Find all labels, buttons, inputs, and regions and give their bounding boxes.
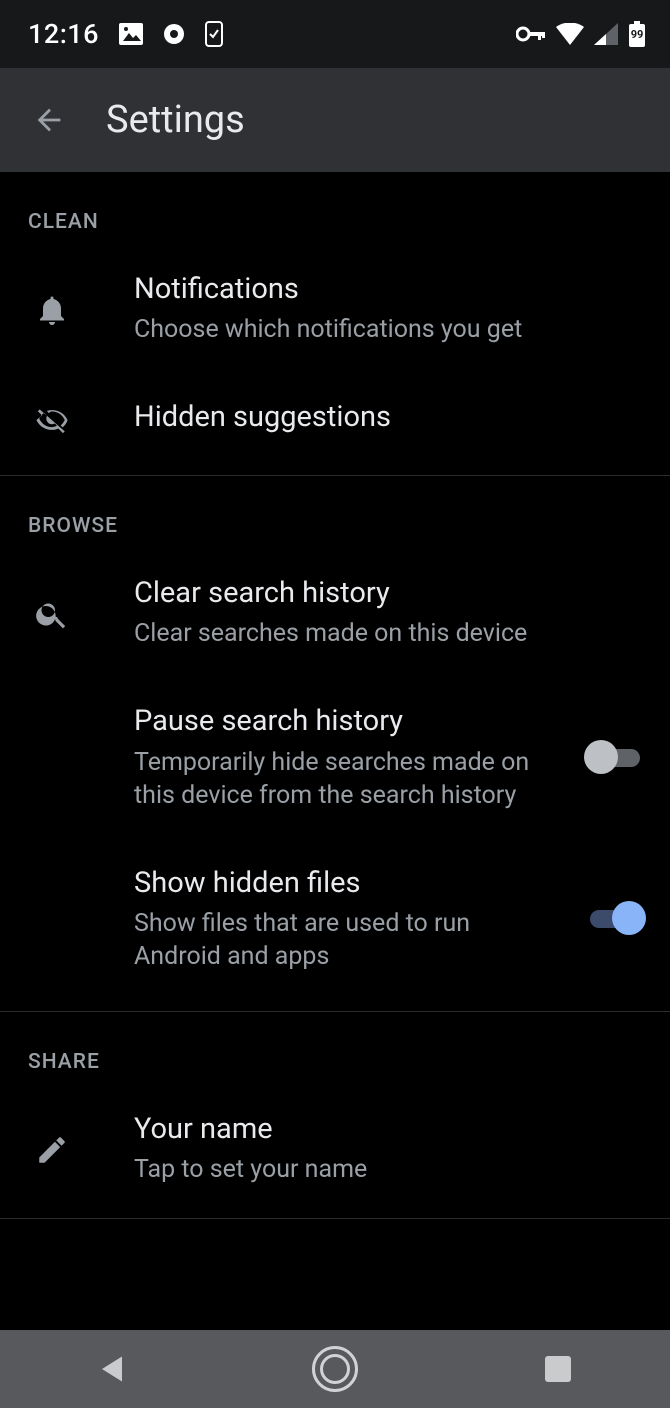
page-title: Settings [106,98,245,142]
item-title: Show hidden files [134,864,568,903]
settings-item-pause-search[interactable]: Pause search history Temporarily hide se… [0,676,670,837]
pause-search-switch[interactable] [584,739,646,775]
status-clock: 12:16 [28,18,99,50]
back-arrow-icon[interactable] [32,103,66,137]
settings-item-your-name[interactable]: Your name Tap to set your name [0,1084,670,1212]
show-hidden-files-switch[interactable] [584,900,646,936]
battery-icon: 99 [628,21,646,47]
item-title: Notifications [134,270,646,309]
item-title: Your name [134,1110,646,1149]
battery-level: 99 [628,28,646,41]
item-subtitle: Tap to set your name [134,1153,604,1186]
eye-off-icon [32,403,72,437]
nav-recents-button[interactable] [534,1345,582,1393]
item-title: Pause search history [134,702,568,741]
item-subtitle: Clear searches made on this device [134,617,604,650]
settings-item-clear-search[interactable]: Clear search history Clear searches made… [0,548,670,676]
status-bar: 12:16 99 [0,0,670,68]
vpn-key-icon [516,26,546,42]
item-title: Hidden suggestions [134,398,646,437]
cellular-signal-icon [594,23,618,45]
image-icon [119,23,143,45]
item-title: Clear search history [134,574,646,613]
bell-icon [34,290,70,330]
nav-back-button[interactable] [88,1345,136,1393]
settings-item-notifications[interactable]: Notifications Choose which notifications… [0,244,670,372]
section-header-share: SHARE [0,1012,670,1084]
settings-item-hidden-suggestions[interactable]: Hidden suggestions [0,372,670,463]
section-header-browse: BROWSE [0,476,670,548]
nav-home-button[interactable] [311,1345,359,1393]
search-icon [34,596,70,632]
settings-item-show-hidden-files[interactable]: Show hidden files Show files that are us… [0,838,670,999]
item-subtitle: Temporarily hide searches made on this d… [134,746,564,812]
pencil-icon [35,1133,69,1167]
divider [0,1218,670,1219]
app-bar: Settings [0,68,670,172]
item-subtitle: Show files that are used to run Android … [134,907,554,973]
record-icon [163,23,185,45]
phone-check-icon [205,21,223,47]
wifi-icon [556,23,584,45]
item-subtitle: Choose which notifications you get [134,313,604,346]
navigation-bar [0,1330,670,1408]
section-header-clean: CLEAN [0,172,670,244]
